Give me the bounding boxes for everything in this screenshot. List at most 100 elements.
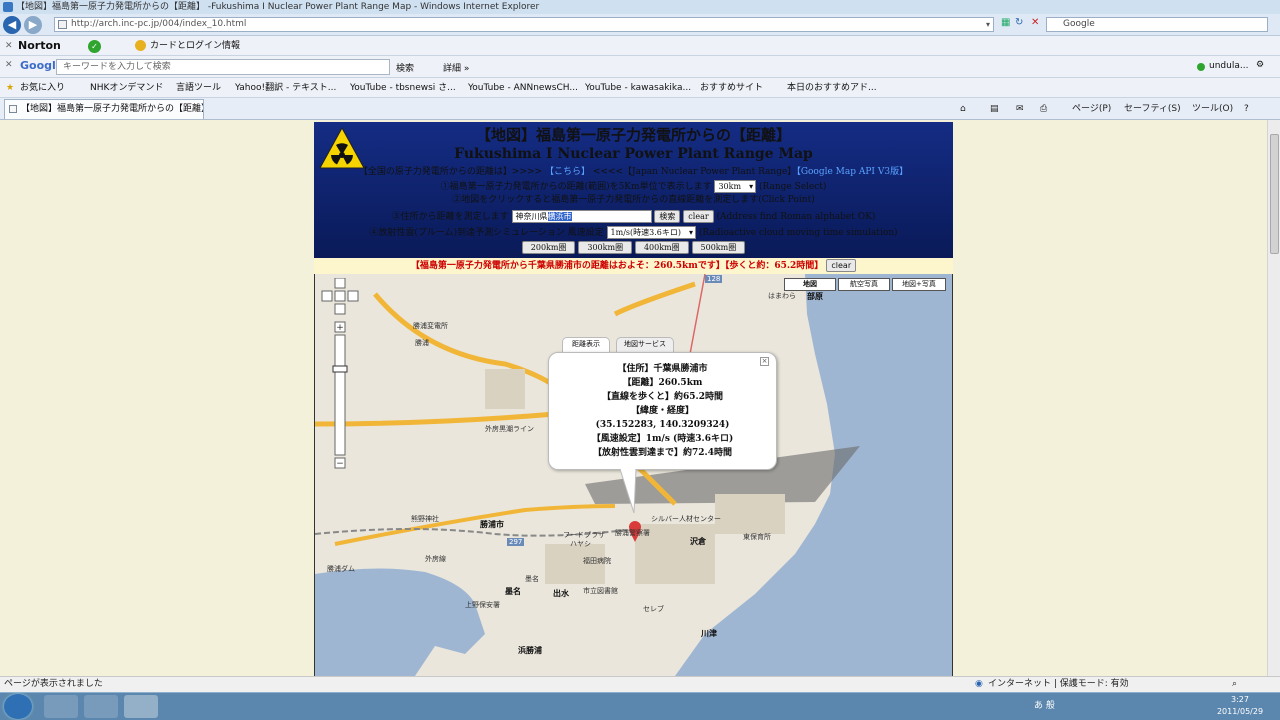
card-icon [135, 40, 146, 51]
fav-item-nhk[interactable]: NHKオンデマンド [90, 78, 163, 97]
google-search-input[interactable]: キーワードを入力して検索 [56, 59, 390, 75]
map-label: 川津 [701, 629, 717, 638]
window-titlebar: 【地図】福島第一原子力発電所からの【距離】 -Fukushima I Nucle… [0, 0, 1280, 14]
map-type-map[interactable]: 地図 [784, 278, 836, 291]
line5-text-b: (Radioactive cloud moving time simulatio… [698, 228, 898, 238]
map-label: 墨名 [505, 587, 521, 596]
result-clear-button[interactable]: clear [826, 259, 857, 272]
map-label: 上野保安署 [465, 601, 500, 609]
map-label: 東保育所 [743, 533, 771, 541]
pan-left-icon [321, 290, 333, 302]
wind-speed-select[interactable]: 1m/s(時速3.6キロ) [606, 226, 696, 239]
fav-item-favorites[interactable]: お気に入り [20, 78, 65, 97]
compat-icon[interactable]: ▦ [1001, 17, 1010, 28]
scrollbar-thumb[interactable] [1270, 134, 1279, 254]
refresh-icon[interactable]: ↻ [1015, 17, 1023, 28]
map-label: 福田病院 [583, 557, 611, 565]
search-provider: Google [1063, 19, 1095, 29]
safety-menu[interactable]: セーフティ(S) [1124, 100, 1181, 118]
route-badge: 128 [705, 275, 723, 283]
range-500-button[interactable]: 500km圏 [691, 241, 746, 254]
fav-item-youtube-ann[interactable]: YouTube - ANNnewsCH... [468, 78, 578, 97]
map-label: 墨名 [525, 575, 539, 583]
close-icon[interactable]: ✕ [5, 60, 13, 70]
map-label: 沢倉 [690, 537, 706, 546]
google-search-button[interactable]: 検索 [396, 61, 414, 74]
address-input[interactable]: http://arch.inc-pc.jp/004/index_10.html … [54, 17, 994, 32]
address-clear-button[interactable]: clear [683, 210, 714, 223]
stop-icon[interactable]: ✕ [1031, 17, 1039, 28]
start-button[interactable] [4, 694, 32, 719]
map-label: 部原 [807, 292, 823, 301]
pan-center-icon [334, 290, 346, 302]
range-select[interactable]: 30km [714, 180, 757, 193]
home-icon[interactable]: ⌂ [960, 100, 966, 118]
google-details[interactable]: 詳細 » [443, 61, 469, 74]
chevron-down-icon[interactable]: ▾ [986, 18, 990, 31]
vertical-scrollbar[interactable] [1267, 120, 1280, 676]
fav-item-recommended[interactable]: おすすめサイト [700, 78, 763, 97]
clock[interactable]: 3:27 2011/05/29 [1212, 694, 1268, 719]
check-icon[interactable]: ✓ [88, 40, 101, 53]
line2-text: ①福島第一原子力発電所からの距離(範囲)を5Km単位で表示します [440, 182, 712, 192]
bubble-line: 【住所】千葉県勝浦市 [617, 364, 708, 374]
fav-item-youtube-kawasaki[interactable]: YouTube - kawasakika... [585, 78, 691, 97]
ime-indicator[interactable]: あ 般 [1034, 701, 1055, 711]
tab-map-service[interactable]: 地図サービス [616, 337, 674, 352]
ie-taskbar-icon[interactable] [124, 695, 158, 718]
status-bar: ページが表示されました ◉ インターネット | 保護モード: 有効 ⌕ [0, 676, 1280, 692]
map-type-hybrid[interactable]: 地図+写真 [892, 278, 946, 291]
map-label: 勝浦警察署 [615, 529, 650, 537]
zoom-control[interactable]: + − [321, 278, 359, 473]
fav-item-today[interactable]: 本日のおすすめアド... [787, 78, 877, 97]
help-icon[interactable]: ? [1244, 100, 1249, 118]
address-search-input[interactable]: 神奈川県横浜市 [511, 210, 652, 223]
explorer-taskbar-icon[interactable] [44, 695, 78, 718]
api-v3-link[interactable]: 【Google Map API V3版】 [796, 167, 908, 177]
feeds-icon[interactable]: ▤ [990, 100, 999, 118]
star-icon[interactable]: ★ [6, 78, 14, 97]
map-label: 勝浦変電所 [413, 322, 448, 330]
range-400-button[interactable]: 400km圏 [634, 241, 689, 254]
fav-item-youtube-tbs[interactable]: YouTube - tbsnewsi さ... [350, 78, 456, 97]
range-300-button[interactable]: 300km圏 [578, 241, 633, 254]
address-search-button[interactable]: 検索 [654, 210, 681, 223]
bay-area [315, 568, 485, 676]
wrench-icon[interactable]: ⚙ [1256, 60, 1264, 70]
map-label: ハヤシ [570, 540, 591, 548]
fav-item-yahoo[interactable]: Yahoo!翻訳 - テキスト... [235, 78, 336, 97]
zoom-slider-thumb [332, 365, 348, 373]
info-line-5: ④放射性雲(プルーム)到達予測シミュレーション 風速設定 1m/s(時速3.6キ… [314, 226, 953, 240]
norton-logo[interactable]: Norton [18, 36, 61, 56]
page-title: 【地図】福島第一原子力発電所からの【距離】 [475, 126, 791, 144]
svg-text:−: − [336, 459, 344, 469]
info-line-1: 【全国の原子力発電所からの距離は】>>>> 【こちら】 <<<<【Japan N… [314, 166, 953, 179]
map-label: 外房線 [425, 555, 446, 563]
status-dot-icon [1197, 63, 1205, 71]
zoom-level-icon[interactable]: ⌕ [1232, 677, 1237, 692]
page-icon [9, 105, 17, 113]
svg-text:+: + [336, 323, 344, 333]
tools-menu[interactable]: ツール(O) [1192, 100, 1233, 118]
close-icon[interactable]: ✕ [5, 36, 13, 56]
search-input[interactable]: Google [1046, 17, 1268, 32]
page-menu[interactable]: ページ(P) [1072, 100, 1111, 118]
fav-item-language[interactable]: 言語ツール [176, 78, 221, 97]
range-200-button[interactable]: 200km圏 [521, 241, 576, 254]
print-icon[interactable]: ⎙ [1040, 100, 1047, 118]
forward-button[interactable]: ▶ [24, 16, 42, 34]
command-bar: ⌂ ▤ ✉ ⎙ ページ(P) セーフティ(S) ツール(O) ? [956, 100, 1256, 118]
info-line-4: ③住所から距離を測定します 神奈川県横浜市 検索 clear (Address … [314, 210, 953, 224]
mail-icon[interactable]: ✉ [1016, 100, 1024, 118]
tab-distance[interactable]: 距離表示 [562, 337, 610, 352]
result-bar: 【福島第一原子力発電所から千葉県勝浦市の距離はおよそ：260.5kmです】【歩く… [314, 258, 953, 274]
media-player-taskbar-icon[interactable] [84, 695, 118, 718]
map-type-satellite[interactable]: 航空写真 [838, 278, 890, 291]
google-user[interactable]: undula... [1209, 61, 1248, 71]
map-label: 出水 [553, 589, 569, 598]
tab-current[interactable]: 【地図】福島第一原子力発電所からの【距離】... [4, 99, 204, 119]
here-link[interactable]: 【こちら】 [545, 167, 590, 177]
bubble-line: 【放射性雲到達まで】約72.4時間 [593, 448, 732, 458]
card-login-button[interactable]: カードとログイン情報 [150, 36, 240, 56]
back-button[interactable]: ◀ [3, 16, 21, 34]
